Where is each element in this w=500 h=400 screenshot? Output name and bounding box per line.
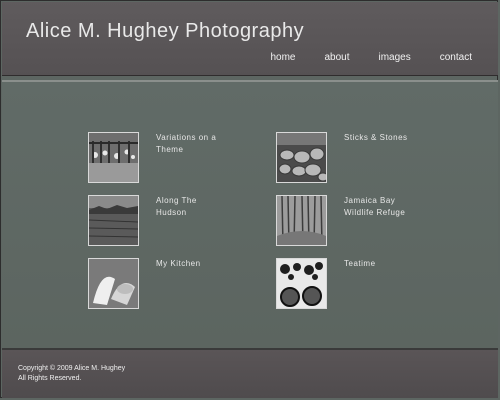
nav-about-link[interactable]: about	[324, 52, 349, 63]
main-nav: home about images contact	[270, 52, 472, 63]
site-footer: Copyright © 2009 Alice M. Hughey All Rig…	[2, 350, 498, 398]
site-title: Alice M. Hughey Photography	[26, 20, 305, 42]
photo-thumbnail-hudson[interactable]	[88, 195, 139, 246]
gallery-caption[interactable]: Along The Hudson	[156, 195, 220, 219]
copyright-line: Copyright © 2009 Alice M. Hughey	[18, 365, 126, 372]
gallery-caption[interactable]: Variations on a Theme	[156, 132, 220, 156]
rights-line: All Rights Reserved.	[18, 375, 82, 382]
gallery-item-teatime[interactable]: Teatime	[276, 258, 376, 309]
copyright-text: Copyright © 2009 Alice M. Hughey All Rig…	[18, 364, 125, 384]
gallery-item-jamaica-bay[interactable]: Jamaica Bay Wildlife Refuge	[276, 195, 408, 246]
nav-contact-link[interactable]: contact	[440, 52, 472, 63]
gallery-section: Variations on a Theme Sticks & Stones Al…	[2, 80, 498, 350]
photo-thumbnail-variations[interactable]	[88, 132, 139, 183]
nav-images-link[interactable]: images	[379, 52, 411, 63]
gallery-caption[interactable]: Jamaica Bay Wildlife Refuge	[344, 195, 408, 219]
gallery-item-variations[interactable]: Variations on a Theme	[88, 132, 220, 183]
nav-home-link[interactable]: home	[270, 52, 295, 63]
gallery-item-hudson[interactable]: Along The Hudson	[88, 195, 220, 246]
photo-thumbnail-teatime[interactable]	[276, 258, 327, 309]
site-header: Alice M. Hughey Photography home about i…	[2, 2, 498, 76]
gallery-item-my-kitchen[interactable]: My Kitchen	[88, 258, 201, 309]
gallery-caption[interactable]: Teatime	[344, 258, 376, 270]
photo-thumbnail-sticks-stones[interactable]	[276, 132, 327, 183]
photo-thumbnail-my-kitchen[interactable]	[88, 258, 139, 309]
gallery-caption[interactable]: My Kitchen	[156, 258, 201, 270]
gallery-caption[interactable]: Sticks & Stones	[344, 132, 408, 144]
gallery-item-sticks-stones[interactable]: Sticks & Stones	[276, 132, 408, 183]
photo-thumbnail-jamaica-bay[interactable]	[276, 195, 327, 246]
